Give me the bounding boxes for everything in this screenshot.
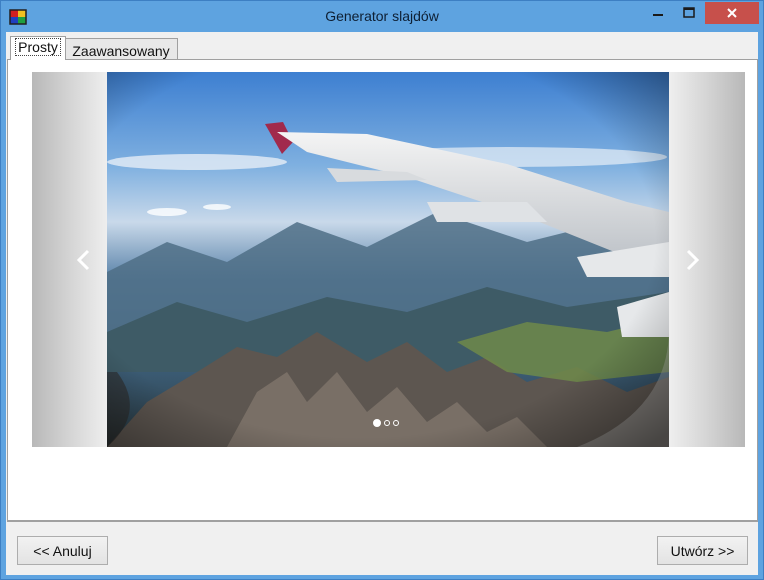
slide-indicator <box>373 418 399 428</box>
minimize-icon <box>653 14 663 16</box>
slideshow-preview <box>32 72 745 447</box>
close-icon <box>727 8 737 18</box>
slide-dot-2[interactable] <box>384 420 390 426</box>
maximize-icon <box>683 7 695 18</box>
slide-image <box>107 72 669 447</box>
tab-simple[interactable]: Prosty <box>10 36 66 60</box>
maximize-button[interactable] <box>674 2 704 24</box>
tab-advanced[interactable]: Zaawansowany <box>64 38 178 60</box>
cancel-button[interactable]: << Anuluj <box>17 536 108 565</box>
slide-dot-3[interactable] <box>393 420 399 426</box>
tab-advanced-label: Zaawansowany <box>72 43 170 59</box>
minimize-button[interactable] <box>643 2 673 24</box>
tab-simple-label: Prosty <box>15 38 61 56</box>
next-slide-arrow-icon[interactable] <box>682 248 702 272</box>
app-window: Generator slajdów Prosty Zaawansowany <<… <box>0 0 764 580</box>
footer-divider <box>7 521 758 522</box>
slide-dot-1[interactable] <box>373 419 381 427</box>
title-bar[interactable]: Generator slajdów <box>1 1 763 32</box>
create-button[interactable]: Utwórz >> <box>657 536 748 565</box>
previous-slide-arrow-icon[interactable] <box>74 248 94 272</box>
tab-strip: Prosty Zaawansowany <box>6 32 758 60</box>
client-area: Prosty Zaawansowany << Anuluj Utwórz >> <box>6 32 758 575</box>
airplane-window-photo <box>107 72 669 447</box>
close-button[interactable] <box>705 2 759 24</box>
tab-panel-simple <box>7 59 758 521</box>
